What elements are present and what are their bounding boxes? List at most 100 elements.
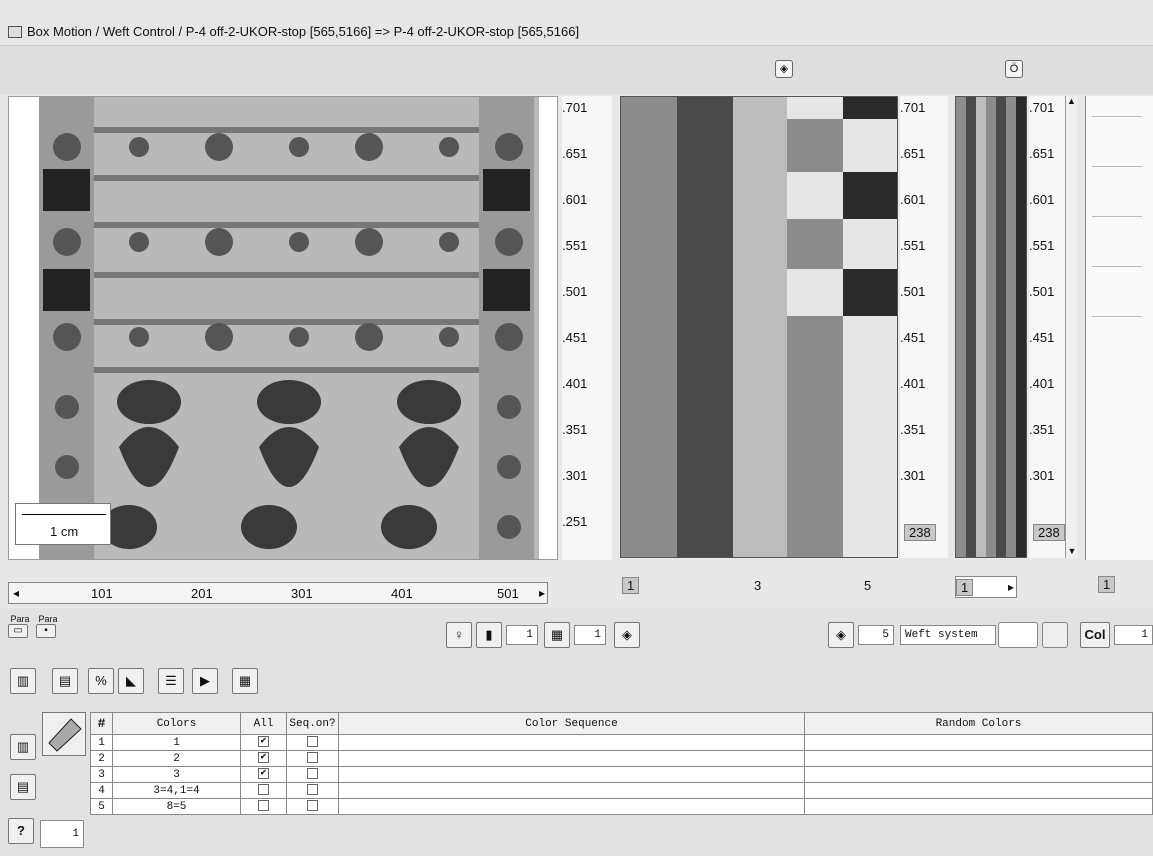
col-button[interactable]: Col	[1080, 622, 1110, 648]
row-colors[interactable]: 1	[112, 734, 241, 751]
row-number: 5	[90, 798, 113, 815]
table-row[interactable]: 3 3 ✔	[90, 766, 1153, 783]
color-fill-icon[interactable]: ◣	[118, 668, 144, 694]
pattern-column[interactable]	[843, 97, 897, 557]
scroll-left-arrow[interactable]: ◂	[9, 586, 23, 600]
weft-system-field[interactable]	[998, 622, 1038, 648]
table-row[interactable]: 2 2 ✔	[90, 750, 1153, 767]
row-sequence[interactable]	[338, 798, 805, 815]
row-colors[interactable]: 8=5	[112, 798, 241, 815]
ruler-tick: .551	[562, 238, 588, 253]
narrow-horizontal-scrollbar[interactable]: 1 ▸	[955, 576, 1017, 598]
para-save-button[interactable]: Para ▪	[36, 614, 60, 638]
pattern-counter: 238	[904, 524, 936, 541]
ruler-tick: .701	[1029, 100, 1055, 115]
row-random[interactable]	[804, 782, 1153, 799]
scroll-right-arrow[interactable]: ▸	[1008, 580, 1014, 594]
all-checkbox[interactable]	[258, 800, 269, 812]
table-row[interactable]: 4 3=4,1=4	[90, 782, 1153, 799]
pattern-column[interactable]	[621, 97, 677, 557]
percent-icon[interactable]: %	[88, 668, 114, 694]
row-colors[interactable]: 3	[112, 766, 241, 783]
save-icon: ▪	[36, 624, 56, 638]
play-icon[interactable]: ▶	[192, 668, 218, 694]
row-sequence[interactable]	[338, 734, 805, 751]
row-all-cell[interactable]: ✔	[240, 766, 287, 783]
ruler-tick: .601	[1029, 192, 1055, 207]
help-button[interactable]: ?	[8, 818, 34, 844]
row-all-cell[interactable]: ✔	[240, 734, 287, 751]
side-weft-icon[interactable]: ▥	[10, 734, 36, 760]
seq-checkbox[interactable]	[307, 768, 318, 780]
header-seq-on: Seq.on?	[286, 712, 339, 735]
all-checkbox[interactable]: ✔	[258, 768, 269, 780]
seq-checkbox[interactable]	[307, 800, 318, 812]
row-seq-cell[interactable]	[286, 782, 339, 799]
row-sequence[interactable]	[338, 750, 805, 767]
side-value-input[interactable]: 1	[40, 820, 84, 848]
scroll-down-arrow[interactable]: ▼	[1066, 546, 1078, 556]
table-row[interactable]: 5 8=5	[90, 798, 1153, 815]
bulb-icon[interactable]: ♀	[446, 622, 472, 648]
row-sequence[interactable]	[338, 782, 805, 799]
repeat-input-1[interactable]: 1	[506, 625, 538, 645]
side-warp-icon[interactable]: ▤	[10, 774, 36, 800]
weft-narrow-view[interactable]	[955, 96, 1027, 558]
warp-view-icon[interactable]: ▤	[52, 668, 78, 694]
list-icon[interactable]: ☰	[158, 668, 184, 694]
all-checkbox[interactable]	[258, 784, 269, 796]
row-seq-cell[interactable]	[286, 766, 339, 783]
row-number: 2	[90, 750, 113, 767]
scale-box: 1 cm	[15, 503, 111, 545]
shuttle-large-icon[interactable]	[42, 712, 86, 756]
grid-icon[interactable]: ▦	[544, 622, 570, 648]
header-number: #	[90, 712, 113, 735]
bobbin-icon[interactable]: Ö	[1005, 60, 1023, 78]
column-icon[interactable]: ▮	[476, 622, 502, 648]
weft-pattern-view[interactable]	[620, 96, 898, 558]
row-random[interactable]	[804, 766, 1153, 783]
pattern-column[interactable]	[787, 97, 843, 557]
pattern-column[interactable]	[733, 97, 787, 557]
design-preview[interactable]: 1 cm	[8, 96, 558, 560]
weft-system-button[interactable]	[1042, 622, 1068, 648]
all-checkbox[interactable]: ✔	[258, 752, 269, 764]
row-random[interactable]	[804, 734, 1153, 751]
row-sequence[interactable]	[338, 766, 805, 783]
ruler-tick: .551	[900, 238, 926, 253]
weft-system-label: Weft system	[900, 625, 996, 645]
far-right-view[interactable]	[1085, 96, 1153, 560]
shuttle-stack-icon[interactable]: ◈	[828, 622, 854, 648]
all-checkbox[interactable]: ✔	[258, 736, 269, 748]
row-random[interactable]	[804, 798, 1153, 815]
row-seq-cell[interactable]	[286, 798, 339, 815]
ruler-tick: .301	[1029, 468, 1055, 483]
scroll-up-arrow[interactable]: ▲	[1066, 96, 1077, 106]
design-horizontal-scrollbar[interactable]: ◂ 101 201 301 401 501 ▸	[8, 582, 548, 604]
row-colors[interactable]: 3=4,1=4	[112, 782, 241, 799]
color-sequence-table[interactable]: # Colors All Seq.on? Color Sequence Rand…	[90, 712, 1153, 815]
narrow-vertical-scrollbar[interactable]: ▲ ▼	[1065, 96, 1077, 558]
row-random[interactable]	[804, 750, 1153, 767]
table-row[interactable]: 1 1 ✔	[90, 734, 1153, 751]
weft-count-input[interactable]: 5	[858, 625, 894, 645]
table-icon[interactable]: ▦	[232, 668, 258, 694]
seq-checkbox[interactable]	[307, 752, 318, 764]
row-all-cell[interactable]	[240, 782, 287, 799]
scroll-right-arrow[interactable]: ▸	[539, 586, 545, 600]
row-all-cell[interactable]: ✔	[240, 750, 287, 767]
control-panel: Para ▭ Para ▪ ♀ ▮ 1 ▦ 1 ◈ ◈ 5 Weft system …	[0, 608, 1153, 856]
shuttle-icon[interactable]: ◈	[775, 60, 793, 78]
shuttle-tool-icon[interactable]: ◈	[614, 622, 640, 648]
weft-view-icon[interactable]: ▥	[10, 668, 36, 694]
seq-checkbox[interactable]	[307, 736, 318, 748]
row-colors[interactable]: 2	[112, 750, 241, 767]
row-all-cell[interactable]	[240, 798, 287, 815]
repeat-input-2[interactable]: 1	[574, 625, 606, 645]
para-open-button[interactable]: Para ▭	[8, 614, 32, 638]
seq-checkbox[interactable]	[307, 784, 318, 796]
col-input[interactable]: 1	[1114, 625, 1153, 645]
row-seq-cell[interactable]	[286, 750, 339, 767]
row-seq-cell[interactable]	[286, 734, 339, 751]
pattern-column[interactable]	[677, 97, 733, 557]
